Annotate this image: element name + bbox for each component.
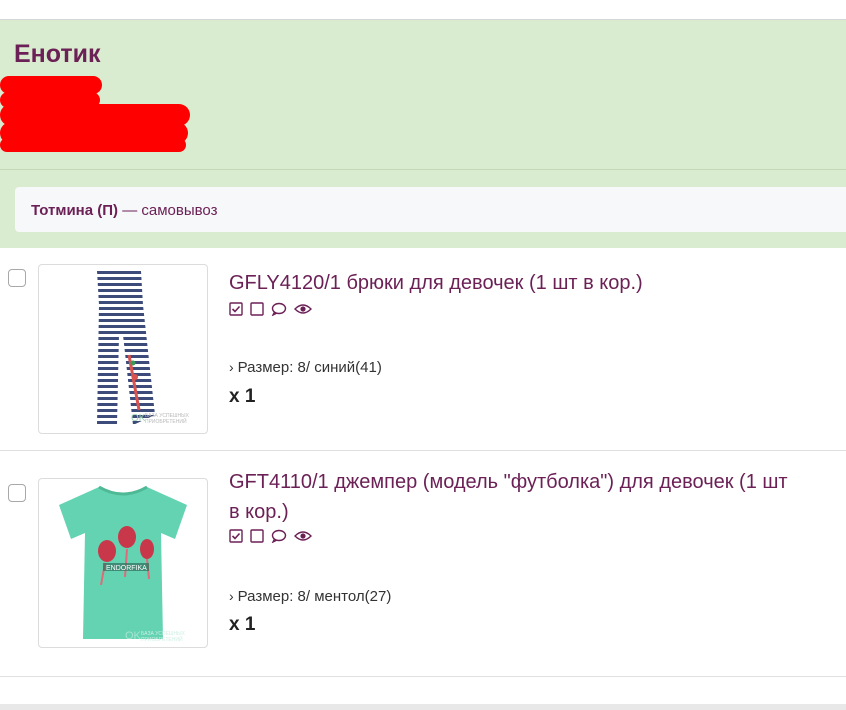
item-actions	[229, 529, 312, 543]
bottom-edge	[0, 704, 846, 710]
size-option[interactable]: › Размер: 8/ ментол(27)	[229, 588, 391, 605]
comment-icon[interactable]	[271, 529, 287, 543]
eye-icon[interactable]	[294, 529, 312, 543]
chevron-right-icon: ›	[229, 359, 234, 375]
pickup-point: Тотмина (П)	[31, 202, 119, 219]
list-item: ENDORFIKA OK БАЗА УСПЕШНЫХ ПРИОБРЕТЕНИЙ …	[0, 451, 846, 677]
size-label: Размер: 8/ ментол(27)	[237, 588, 392, 605]
size-option[interactable]: › Размер: 8/ синий(41)	[229, 359, 382, 376]
svg-text:ПРИОБРЕТЕНИЙ: ПРИОБРЕТЕНИЙ	[141, 635, 183, 643]
size-label: Размер: 8/ синий(41)	[237, 359, 382, 376]
comment-icon[interactable]	[271, 302, 287, 316]
svg-text:ENDORFIKA: ENDORFIKA	[106, 565, 147, 572]
top-bar	[0, 0, 846, 20]
select-item-checkbox[interactable]	[8, 269, 26, 287]
product-image-tshirt[interactable]: ENDORFIKA OK БАЗА УСПЕШНЫХ ПРИОБРЕТЕНИЙ	[38, 478, 208, 648]
checked-box-icon[interactable]	[229, 529, 243, 543]
eye-icon[interactable]	[294, 302, 312, 316]
delivery-info: Тотмина (П) — самовывоз	[15, 187, 846, 232]
panel-divider	[0, 169, 846, 170]
shop-name: Енотик	[14, 40, 101, 68]
product-title[interactable]: GFT4110/1 джемпер (модель "футболка") дл…	[229, 467, 789, 527]
select-item-checkbox[interactable]	[8, 484, 26, 502]
checked-box-icon[interactable]	[229, 302, 243, 316]
product-title[interactable]: GFLY4120/1 брюки для девочек (1 шт в кор…	[229, 268, 789, 298]
quantity: x 1	[229, 614, 256, 635]
svg-text:ПРИОБРЕТЕНИЙ: ПРИОБРЕТЕНИЙ	[145, 417, 187, 425]
quantity: x 1	[229, 386, 256, 407]
svg-text:OK: OK	[131, 413, 146, 424]
shop-panel: Енотик Тотмина (П) — самовывоз	[0, 20, 846, 248]
chevron-right-icon: ›	[229, 588, 234, 604]
product-image-leggings[interactable]: OK БАЗА УСПЕШНЫХ ПРИОБРЕТЕНИЙ	[38, 264, 208, 434]
empty-box-icon[interactable]	[250, 302, 264, 316]
redaction-scribble	[0, 76, 190, 152]
item-actions	[229, 302, 312, 316]
empty-box-icon[interactable]	[250, 529, 264, 543]
delivery-method: — самовывоз	[122, 202, 218, 219]
svg-text:OK: OK	[125, 630, 142, 642]
list-item: OK БАЗА УСПЕШНЫХ ПРИОБРЕТЕНИЙ GFLY4120/1…	[0, 249, 846, 451]
